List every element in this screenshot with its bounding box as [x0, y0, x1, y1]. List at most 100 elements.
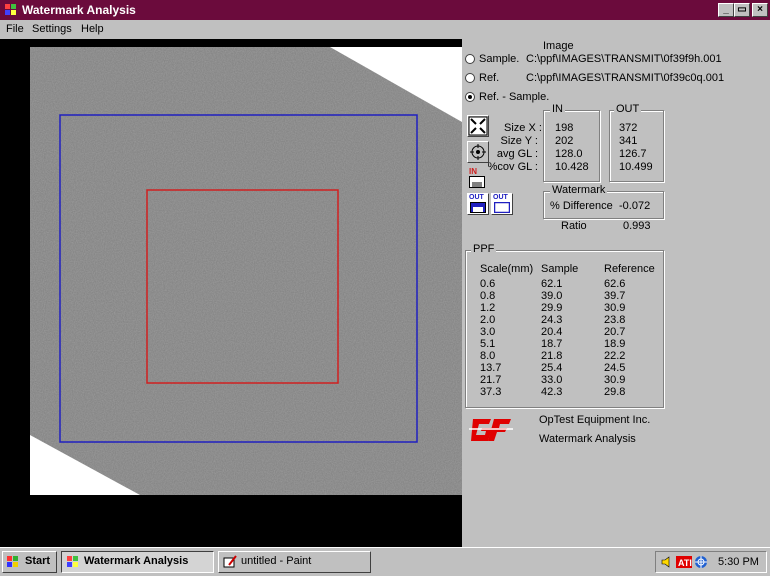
title-bar: Watermark Analysis _ ▭ ×: [0, 0, 770, 20]
ppf-reference-cell: 62.6: [604, 278, 626, 290]
app-icon: [67, 556, 78, 567]
ratio-value: 0.993: [623, 220, 651, 232]
ppf-reference-cell: 30.9: [604, 302, 626, 314]
start-button[interactable]: Start: [2, 551, 57, 573]
pct-difference-label: % Difference: [550, 200, 613, 212]
ppf-scale-cell: 3.0: [480, 326, 496, 338]
system-tray: ATI 5:30 PM: [655, 551, 767, 573]
ppf-sample-cell: 20.4: [541, 326, 563, 338]
sample-radio-label[interactable]: Sample.: [479, 53, 519, 65]
ppf-scale-cell: 37.3: [480, 386, 502, 398]
paint-icon: [223, 555, 237, 568]
ppf-reference-cell: 22.2: [604, 350, 626, 362]
in-size-y: 202: [555, 135, 574, 147]
ati-icon[interactable]: ATI: [676, 555, 692, 569]
stat-label-size-x: Size X :: [504, 122, 542, 134]
out-size-y: 341: [619, 135, 638, 147]
watermark-title: Watermark: [550, 184, 608, 196]
in-cov-gl: 10.428: [555, 161, 589, 173]
ppf-reference-cell: 24.5: [604, 362, 626, 374]
window-title: Watermark Analysis: [22, 3, 136, 17]
ppf-sample-cell: 39.0: [541, 290, 563, 302]
optest-logo: [469, 419, 513, 441]
menu-settings[interactable]: Settings: [32, 23, 72, 35]
ppf-scale-cell: 0.6: [480, 278, 496, 290]
stat-label-avg-gl: avg GL :: [496, 148, 538, 160]
ppf-scale-cell: 1.2: [480, 302, 496, 314]
center-target-button[interactable]: [467, 141, 489, 163]
out-icon-label: OUT: [469, 194, 484, 201]
ppf-sample-cell: 42.3: [541, 386, 563, 398]
ppf-sample-cell: 29.9: [541, 302, 563, 314]
ppf-scale-cell: 13.7: [480, 362, 502, 374]
start-label: Start: [25, 555, 51, 567]
ppf-sample-cell: 21.8: [541, 350, 563, 362]
fit-roi-button[interactable]: [467, 115, 489, 137]
in-icon-label: IN: [469, 167, 477, 176]
fit-arrows-icon: [468, 116, 488, 136]
ppf-header-reference: Reference: [604, 263, 655, 275]
ppf-header-scale: Scale(mm): [480, 263, 534, 275]
ppf-scale-cell: 2.0: [480, 314, 496, 326]
maximize-button[interactable]: ▭: [734, 3, 750, 17]
ratio-label: Ratio: [561, 220, 587, 232]
pct-difference-value: -0.072: [619, 200, 651, 212]
menu-bar: File Settings Help: [0, 20, 770, 39]
roi-box-icon: [494, 202, 510, 213]
ppf-sample-cell: 18.7: [541, 338, 563, 350]
menu-file[interactable]: File: [6, 23, 24, 35]
ref-minus-sample-label[interactable]: Ref. - Sample.: [479, 91, 549, 103]
menu-help[interactable]: Help: [81, 23, 104, 35]
out-size-x: 372: [619, 122, 638, 134]
out-cov-gl: 10.499: [619, 161, 653, 173]
watermark-image[interactable]: [30, 47, 462, 495]
ppf-sample-cell: 24.3: [541, 314, 563, 326]
minimize-button[interactable]: _: [718, 3, 734, 17]
ref-path: C:\ppf\IMAGES\TRANSMIT\0f39c0q.001: [526, 72, 725, 84]
out-roi-load-button[interactable]: OUT: [491, 193, 513, 215]
sample-radio[interactable]: [465, 54, 475, 64]
network-globe-icon[interactable]: [694, 555, 708, 569]
stat-label-size-y: Size Y :: [500, 135, 538, 147]
stat-label-cov-gl: %cov GL :: [487, 161, 538, 173]
product-name: Watermark Analysis: [539, 433, 636, 445]
floppy-icon: [470, 202, 486, 213]
ppf-scale-cell: 5.1: [480, 338, 496, 350]
sample-path: C:\ppf\IMAGES\TRANSMIT\0f39f9h.001: [526, 53, 722, 65]
svg-text:ATI: ATI: [678, 558, 692, 568]
in-stats-title: IN: [550, 103, 565, 115]
ppf-reference-cell: 20.7: [604, 326, 626, 338]
task-label: untitled - Paint: [241, 555, 312, 567]
in-size-x: 198: [555, 122, 574, 134]
crosshair-icon: [470, 144, 486, 160]
floppy-icon: [469, 176, 485, 188]
ref-radio-label[interactable]: Ref.: [479, 72, 499, 84]
taskbar: Start Watermark Analysis untitled - Pain…: [0, 547, 770, 576]
ppf-reference-cell: 29.8: [604, 386, 626, 398]
task-paint[interactable]: untitled - Paint: [218, 551, 371, 573]
ppf-title: PPF: [471, 243, 497, 255]
clock: 5:30 PM: [718, 556, 759, 568]
speaker-icon[interactable]: [660, 555, 674, 569]
out-icon-label: OUT: [493, 194, 508, 201]
out-stats-title: OUT: [614, 103, 642, 115]
out-roi-save-button[interactable]: OUT: [467, 193, 489, 215]
ppf-scale-cell: 0.8: [480, 290, 496, 302]
app-icon: [5, 4, 16, 15]
ppf-sample-cell: 25.4: [541, 362, 563, 374]
ref-minus-sample-radio[interactable]: [465, 92, 475, 102]
ppf-scale-cell: 8.0: [480, 350, 496, 362]
ppf-reference-cell: 18.9: [604, 338, 626, 350]
ppf-reference-cell: 39.7: [604, 290, 626, 302]
out-avg-gl: 126.7: [619, 148, 647, 160]
image-header: Image: [543, 40, 574, 52]
ref-radio[interactable]: [465, 73, 475, 83]
company-name: OpTest Equipment Inc.: [539, 414, 651, 426]
ppf-header-sample: Sample: [541, 263, 579, 275]
ppf-reference-cell: 23.8: [604, 314, 626, 326]
ppf-scale-cell: 21.7: [480, 374, 502, 386]
task-watermark-analysis[interactable]: Watermark Analysis: [61, 551, 214, 573]
in-avg-gl: 128.0: [555, 148, 583, 160]
windows-logo-icon: [7, 556, 18, 567]
close-button[interactable]: ×: [752, 3, 768, 17]
